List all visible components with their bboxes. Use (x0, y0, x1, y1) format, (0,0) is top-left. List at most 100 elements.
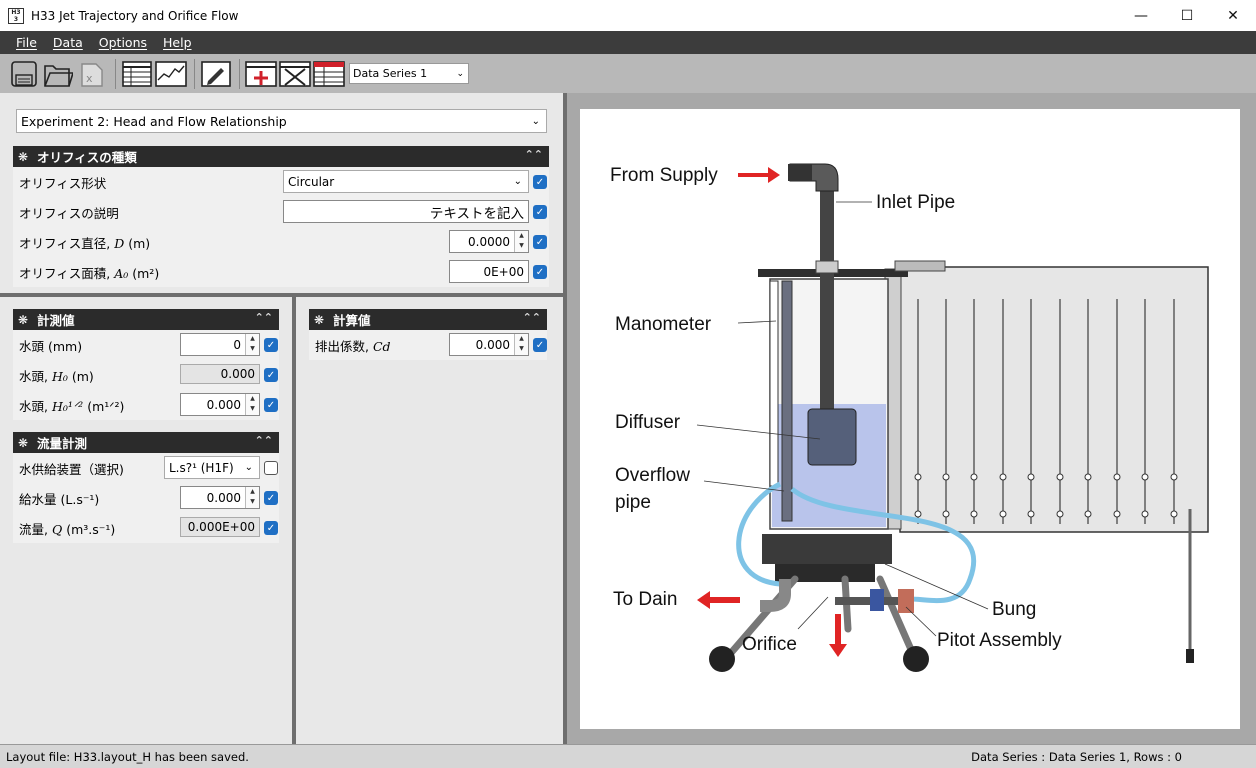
overflow-pipe (781, 280, 793, 522)
orifice-group-header[interactable]: ❋ オリフィスの種類 ⌃⌃ (13, 146, 549, 167)
delete-row-icon (279, 60, 311, 87)
label-to-drain: To Dain (613, 589, 677, 610)
gear-icon: ❋ (17, 435, 29, 450)
flow-rate-label: 流量, Q (m³.s⁻¹) (19, 521, 116, 537)
menu-options[interactable]: Options (91, 35, 155, 50)
flow-group-body: 水供給装置（選択) L.s?¹ (H1F) ⌄ 給水量 (L.s⁻¹) 0.00… (13, 453, 279, 543)
experiment-select[interactable]: Experiment 2: Head and Flow Relationship… (16, 109, 547, 133)
save-button[interactable] (8, 58, 40, 90)
feed-rate-field[interactable]: 0.000 ▲ ▼ (180, 486, 260, 509)
menu-file[interactable]: File (8, 35, 45, 50)
open-button[interactable] (42, 58, 74, 90)
orifice-shape-select[interactable]: Circular ⌄ (283, 170, 529, 193)
spinner-icon[interactable]: ▲ ▼ (245, 394, 259, 415)
head-sqrt-checkbox[interactable]: ✓ (264, 398, 278, 412)
window-controls: — ☐ ✕ (1118, 0, 1256, 31)
table-icon (122, 60, 152, 87)
calc-group-title: 計算値 (333, 313, 371, 328)
supply-row: 水供給装置（選択) L.s?¹ (H1F) ⌄ (13, 453, 279, 483)
add-row-icon (245, 60, 277, 87)
apparatus-svg: From Supply Inlet Pipe Manometer Diffuse… (610, 163, 1209, 672)
toolbar-separator (115, 58, 116, 89)
orifice-group-title: オリフィスの種類 (37, 150, 137, 165)
window-title: H33 Jet Trajectory and Orifice Flow (31, 8, 239, 23)
spinner-icon[interactable]: ▲ ▼ (245, 334, 259, 355)
discharge-coeff-field[interactable]: 0.000 ▲ ▼ (449, 333, 529, 356)
collapse-icon[interactable]: ⌃⌃ (525, 148, 543, 161)
orifice-desc-row: オリフィスの説明 テキストを記入 ✓ (13, 197, 549, 227)
flow-rate-checkbox[interactable]: ✓ (264, 521, 278, 535)
spinner-icon[interactable]: ▲ ▼ (514, 334, 528, 355)
calc-group-header[interactable]: ❋ 計算値 ⌃⌃ (309, 309, 547, 330)
measured-group-header[interactable]: ❋ 計測値 ⌃⌃ (13, 309, 279, 330)
drain-arrow-icon (697, 591, 740, 609)
orifice-area-label: オリフィス面積, A₀ (m²) (19, 265, 160, 281)
orifice-area-checkbox[interactable]: ✓ (533, 265, 547, 279)
leg-foot-left (709, 646, 735, 672)
spinner-icon[interactable]: ▲ ▼ (245, 487, 259, 508)
supply-arrow-icon (738, 167, 780, 183)
calculated-panel: ❋ 計算値 ⌃⌃ 排出係数, Cd 0.000 ▲ ▼ ✓ (296, 297, 563, 744)
data-series-value: Data Series 1 (353, 67, 428, 80)
discharge-coeff-checkbox[interactable]: ✓ (533, 338, 547, 352)
left-panel-area: Experiment 2: Head and Flow Relationship… (0, 93, 563, 744)
collapse-icon[interactable]: ⌃⌃ (255, 434, 273, 447)
add-row-button[interactable] (245, 58, 277, 90)
minimize-button[interactable]: — (1118, 0, 1164, 31)
label-bung: Bung (992, 599, 1036, 620)
supply-select[interactable]: L.s?¹ (H1F) ⌄ (164, 456, 260, 479)
inlet-gland (815, 260, 839, 274)
open-icon (44, 64, 73, 87)
edit-button[interactable] (200, 58, 232, 90)
feed-rate-row: 給水量 (L.s⁻¹) 0.000 ▲ ▼ ✓ (13, 483, 279, 513)
chevron-down-icon: ⌄ (456, 68, 464, 79)
flow-group-header[interactable]: ❋ 流量計測 ⌃⌃ (13, 432, 279, 453)
orifice-diameter-row: オリフィス直径, D (m) 0.0000 ▲ ▼ ✓ (13, 227, 549, 257)
orifice-desc-label: オリフィスの説明 (19, 205, 119, 221)
gear-icon: ❋ (17, 312, 29, 327)
measured-group-body: 水頭 (mm) 0 ▲ ▼ ✓ 水頭, H₀ (m) 0.000 ✓ 水頭, H₀… (13, 330, 279, 420)
flow-rate-field: 0.000E+00 (180, 517, 260, 537)
inlet-fitting (788, 164, 812, 181)
chevron-down-icon: ⌄ (244, 462, 253, 473)
orifice-area-field[interactable]: 0E+00 (449, 260, 529, 283)
spinner-icon[interactable]: ▲ ▼ (514, 231, 528, 252)
status-message: Layout file: H33.layout_H has been saved… (6, 749, 249, 764)
label-manometer: Manometer (615, 314, 712, 335)
head-mm-field[interactable]: 0 ▲ ▼ (180, 333, 260, 356)
supply-label: 水供給装置（選択) (19, 461, 124, 477)
head-m-field: 0.000 (180, 364, 260, 384)
head-m-checkbox[interactable]: ✓ (264, 368, 278, 382)
svg-text:x: x (86, 72, 93, 85)
orifice-desc-field[interactable]: テキストを記入 (283, 200, 529, 223)
orifice-diameter-field[interactable]: 0.0000 ▲ ▼ (449, 230, 529, 253)
supply-checkbox[interactable] (264, 461, 278, 475)
toolbar: x Data Series 1 ⌄ (0, 54, 1256, 93)
board-bolts (894, 260, 946, 272)
close-button[interactable]: ✕ (1210, 0, 1256, 31)
toolbar-separator (239, 58, 240, 89)
feed-rate-checkbox[interactable]: ✓ (264, 491, 278, 505)
head-mm-row: 水頭 (mm) 0 ▲ ▼ ✓ (13, 330, 279, 360)
table-view-button[interactable] (121, 58, 153, 90)
series-table-button[interactable] (313, 58, 345, 90)
orifice-shape-checkbox[interactable]: ✓ (533, 175, 547, 189)
orifice-shape-value: Circular (288, 174, 335, 189)
discharge-coeff-label: 排出係数, Cd (315, 338, 391, 354)
export-excel-button[interactable]: x (76, 58, 108, 90)
head-sqrt-row: 水頭, H₀¹ᐟ² (m¹ᐟ²) 0.000 ▲ ▼ ✓ (13, 390, 279, 420)
menu-help[interactable]: Help (155, 35, 200, 50)
chart-view-button[interactable] (155, 58, 187, 90)
label-overflow-pipe: pipe (615, 492, 651, 513)
head-mm-checkbox[interactable]: ✓ (264, 338, 278, 352)
maximize-button[interactable]: ☐ (1164, 0, 1210, 31)
collapse-icon[interactable]: ⌃⌃ (255, 311, 273, 324)
head-sqrt-field[interactable]: 0.000 ▲ ▼ (180, 393, 260, 416)
data-series-select[interactable]: Data Series 1 ⌄ (349, 63, 469, 84)
delete-row-button[interactable] (279, 58, 311, 90)
collapse-icon[interactable]: ⌃⌃ (523, 311, 541, 324)
menu-data[interactable]: Data (45, 35, 91, 50)
orifice-desc-checkbox[interactable]: ✓ (533, 205, 547, 219)
orifice-diameter-checkbox[interactable]: ✓ (533, 235, 547, 249)
manometer-tube (769, 280, 779, 487)
